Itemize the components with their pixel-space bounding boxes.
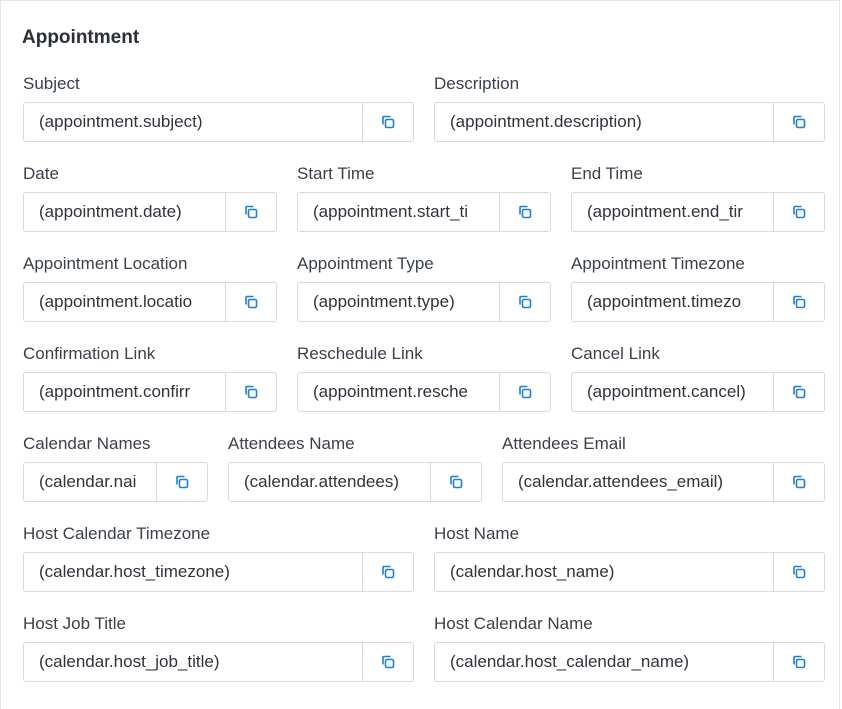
field-value-description[interactable]: (appointment.description) bbox=[435, 112, 773, 132]
copy-icon bbox=[791, 204, 807, 220]
copy-button-host-job-title[interactable] bbox=[362, 643, 413, 681]
copy-button-date[interactable] bbox=[225, 193, 276, 231]
copy-icon bbox=[791, 654, 807, 670]
field-value-confirmation-link[interactable]: (appointment.confirr bbox=[24, 382, 225, 402]
copy-button-host-calendar-timezone[interactable] bbox=[362, 553, 413, 591]
copy-icon bbox=[791, 564, 807, 580]
copy-button-start-time[interactable] bbox=[499, 193, 550, 231]
copy-button-calendar-names[interactable] bbox=[156, 463, 207, 501]
field-input-end-time[interactable]: (appointment.end_tir bbox=[571, 192, 825, 232]
field-input-description[interactable]: (appointment.description) bbox=[434, 102, 825, 142]
field-input-cancel-link[interactable]: (appointment.cancel) bbox=[571, 372, 825, 412]
copy-button-appointment-location[interactable] bbox=[225, 283, 276, 321]
field-value-host-calendar-timezone[interactable]: (calendar.host_timezone) bbox=[24, 562, 362, 582]
field-input-attendees-email[interactable]: (calendar.attendees_email) bbox=[502, 462, 825, 502]
field-label-subject: Subject bbox=[23, 74, 80, 93]
copy-button-end-time[interactable] bbox=[773, 193, 824, 231]
copy-icon bbox=[380, 654, 396, 670]
field-input-appointment-timezone[interactable]: (appointment.timezo bbox=[571, 282, 825, 322]
field-label-date: Date bbox=[23, 164, 59, 183]
field-value-calendar-names[interactable]: (calendar.nai bbox=[24, 472, 156, 492]
copy-button-host-name[interactable] bbox=[773, 553, 824, 591]
copy-icon bbox=[243, 294, 259, 310]
field-input-start-time[interactable]: (appointment.start_ti bbox=[297, 192, 551, 232]
field-value-host-calendar-name[interactable]: (calendar.host_calendar_name) bbox=[435, 652, 773, 672]
copy-button-attendees-name[interactable] bbox=[430, 463, 481, 501]
field-value-appointment-timezone[interactable]: (appointment.timezo bbox=[572, 292, 773, 312]
copy-button-attendees-email[interactable] bbox=[773, 463, 824, 501]
field-input-attendees-name[interactable]: (calendar.attendees) bbox=[228, 462, 482, 502]
copy-icon bbox=[380, 114, 396, 130]
field-value-appointment-location[interactable]: (appointment.locatio bbox=[24, 292, 225, 312]
field-label-host-name: Host Name bbox=[434, 524, 520, 543]
field-value-cancel-link[interactable]: (appointment.cancel) bbox=[572, 382, 773, 402]
field-input-subject[interactable]: (appointment.subject) bbox=[23, 102, 414, 142]
field-value-date[interactable]: (appointment.date) bbox=[24, 202, 225, 222]
copy-icon bbox=[791, 474, 807, 490]
field-input-host-job-title[interactable]: (calendar.host_job_title) bbox=[23, 642, 414, 682]
field-label-cancel-link: Cancel Link bbox=[571, 344, 660, 363]
copy-icon bbox=[791, 114, 807, 130]
field-input-confirmation-link[interactable]: (appointment.confirr bbox=[23, 372, 277, 412]
field-value-appointment-type[interactable]: (appointment.type) bbox=[298, 292, 499, 312]
copy-icon bbox=[243, 204, 259, 220]
copy-button-description[interactable] bbox=[773, 103, 824, 141]
field-value-attendees-name[interactable]: (calendar.attendees) bbox=[229, 472, 430, 492]
copy-icon bbox=[791, 294, 807, 310]
field-value-end-time[interactable]: (appointment.end_tir bbox=[572, 202, 773, 222]
copy-icon bbox=[517, 384, 533, 400]
field-label-attendees-email: Attendees Email bbox=[502, 434, 626, 453]
copy-icon bbox=[517, 204, 533, 220]
field-label-host-calendar-timezone: Host Calendar Timezone bbox=[23, 524, 211, 543]
field-input-appointment-location[interactable]: (appointment.locatio bbox=[23, 282, 277, 322]
field-value-host-job-title[interactable]: (calendar.host_job_title) bbox=[24, 652, 362, 672]
appointment-panel: Appointment Subject (appointment.subject)… bbox=[0, 0, 840, 709]
copy-button-cancel-link[interactable] bbox=[773, 373, 824, 411]
copy-button-appointment-timezone[interactable] bbox=[773, 283, 824, 321]
field-label-appointment-type: Appointment Type bbox=[297, 254, 434, 273]
copy-button-subject[interactable] bbox=[362, 103, 413, 141]
field-value-subject[interactable]: (appointment.subject) bbox=[24, 112, 362, 132]
field-input-host-name[interactable]: (calendar.host_name) bbox=[434, 552, 825, 592]
field-label-start-time: Start Time bbox=[297, 164, 375, 183]
field-value-host-name[interactable]: (calendar.host_name) bbox=[435, 562, 773, 582]
field-value-reschedule-link[interactable]: (appointment.resche bbox=[298, 382, 499, 402]
section-title: Appointment bbox=[22, 27, 140, 48]
field-label-calendar-names: Calendar Names bbox=[23, 434, 151, 453]
copy-icon bbox=[448, 474, 464, 490]
field-input-calendar-names[interactable]: (calendar.nai bbox=[23, 462, 208, 502]
field-label-appointment-location: Appointment Location bbox=[23, 254, 188, 273]
field-label-description: Description bbox=[434, 74, 520, 93]
copy-icon bbox=[174, 474, 190, 490]
field-input-host-calendar-timezone[interactable]: (calendar.host_timezone) bbox=[23, 552, 414, 592]
field-label-attendees-name: Attendees Name bbox=[228, 434, 355, 453]
field-label-appointment-timezone: Appointment Timezone bbox=[571, 254, 745, 273]
copy-button-confirmation-link[interactable] bbox=[225, 373, 276, 411]
field-input-host-calendar-name[interactable]: (calendar.host_calendar_name) bbox=[434, 642, 825, 682]
copy-icon bbox=[380, 564, 396, 580]
field-label-confirmation-link: Confirmation Link bbox=[23, 344, 156, 363]
field-label-reschedule-link: Reschedule Link bbox=[297, 344, 423, 363]
field-input-reschedule-link[interactable]: (appointment.resche bbox=[297, 372, 551, 412]
field-input-date[interactable]: (appointment.date) bbox=[23, 192, 277, 232]
field-input-appointment-type[interactable]: (appointment.type) bbox=[297, 282, 551, 322]
copy-button-appointment-type[interactable] bbox=[499, 283, 550, 321]
field-value-attendees-email[interactable]: (calendar.attendees_email) bbox=[503, 472, 773, 492]
field-label-end-time: End Time bbox=[571, 164, 643, 183]
copy-icon bbox=[791, 384, 807, 400]
field-label-host-job-title: Host Job Title bbox=[23, 614, 126, 633]
copy-icon bbox=[243, 384, 259, 400]
copy-icon bbox=[517, 294, 533, 310]
copy-button-host-calendar-name[interactable] bbox=[773, 643, 824, 681]
copy-button-reschedule-link[interactable] bbox=[499, 373, 550, 411]
field-value-start-time[interactable]: (appointment.start_ti bbox=[298, 202, 499, 222]
field-label-host-calendar-name: Host Calendar Name bbox=[434, 614, 593, 633]
